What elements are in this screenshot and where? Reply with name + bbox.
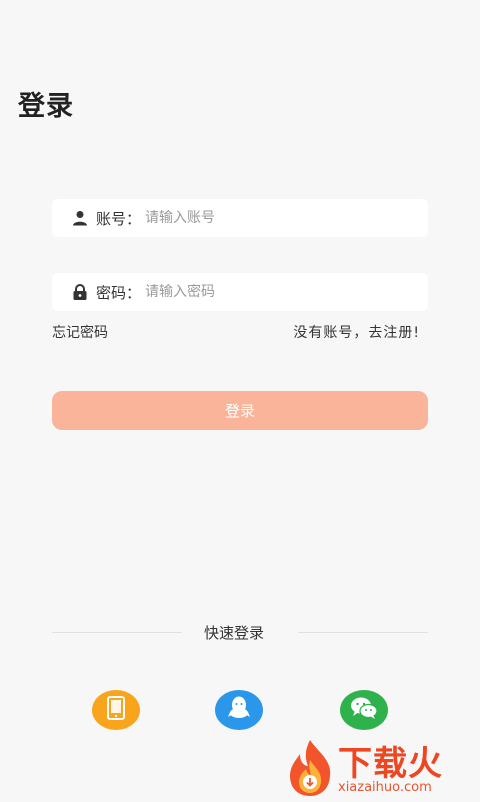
qq-icon <box>228 695 250 725</box>
watermark-text: 下载火 <box>338 744 443 784</box>
flame-icon <box>284 738 336 802</box>
watermark-url: xiazaihuo.com <box>338 780 432 795</box>
password-field[interactable]: 密码： <box>52 273 428 311</box>
account-label: 账号： <box>96 209 142 228</box>
page-title: 登录 <box>18 91 74 122</box>
login-button[interactable]: 登录 <box>52 391 428 430</box>
wechat-icon <box>350 696 378 724</box>
qq-login-button[interactable] <box>215 690 263 730</box>
watermark-logo: 下载火 xiazaihuo.com <box>280 736 480 800</box>
divider-right <box>298 632 428 633</box>
user-icon <box>71 209 89 227</box>
forgot-password-link[interactable]: 忘记密码 <box>52 322 108 342</box>
phone-icon <box>107 696 125 724</box>
phone-login-button[interactable] <box>92 690 140 730</box>
quick-login-title: 快速登录 <box>204 624 265 642</box>
lock-icon <box>71 283 89 301</box>
account-field[interactable]: 账号： <box>52 199 428 237</box>
wechat-login-button[interactable] <box>340 690 388 730</box>
password-input[interactable] <box>145 284 428 300</box>
password-label: 密码： <box>96 283 142 302</box>
account-input[interactable] <box>145 210 428 226</box>
register-link[interactable]: 没有账号，去注册! <box>293 322 420 342</box>
divider-left <box>52 632 182 633</box>
